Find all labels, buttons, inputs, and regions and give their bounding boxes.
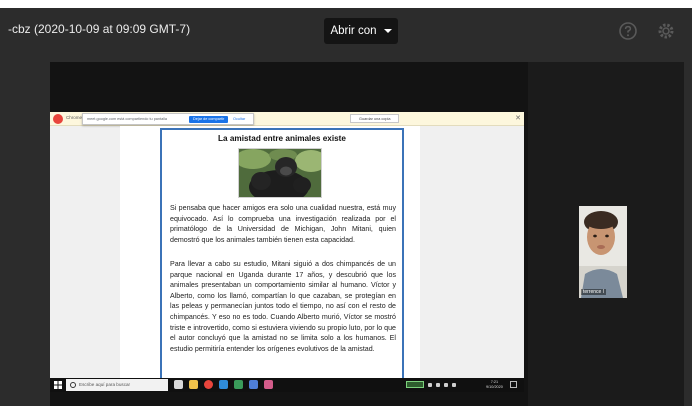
- task-view-icon[interactable]: [174, 380, 183, 389]
- chrome-icon[interactable]: [204, 380, 213, 389]
- taskbar-clock[interactable]: 7:21 9/10/2020: [486, 380, 503, 390]
- share-popup-text: meet.google.com está compartiendo tu pan…: [87, 117, 167, 121]
- taskbar-search-placeholder: Escribe aquí para buscar: [79, 382, 131, 387]
- mail-icon[interactable]: [249, 380, 258, 389]
- settings-icon[interactable]: [656, 21, 676, 41]
- clock-date: 9/10/2020: [486, 385, 503, 389]
- hide-button[interactable]: Ocultar: [233, 117, 245, 121]
- app-icon[interactable]: [264, 380, 273, 389]
- participant-name: terrence l: [581, 289, 606, 295]
- windows-taskbar: Escribe aquí para buscar 7:21 9/10/2020: [50, 378, 524, 392]
- tray-app-icon[interactable]: [452, 382, 456, 387]
- help-icon[interactable]: [618, 21, 638, 41]
- volume-icon[interactable]: [436, 382, 440, 387]
- participant-video: [579, 206, 627, 298]
- meeting-stage: Chrome está compartiendo tu pantalla mee…: [50, 62, 684, 406]
- windows-start-icon[interactable]: [54, 381, 62, 389]
- language-icon[interactable]: [444, 382, 448, 387]
- system-tray: [406, 381, 456, 388]
- notice-action-button[interactable]: Guardar una copia: [350, 114, 400, 123]
- file-explorer-icon[interactable]: [189, 380, 198, 389]
- screen-share-notice-bar: Chrome está compartiendo tu pantalla mee…: [50, 112, 524, 126]
- meet-recording-viewer: -cbz (2020-10-09 at 09:09 GMT-7) Abrir c…: [0, 8, 692, 406]
- taskbar-app-icons: [174, 380, 273, 389]
- viewer-toolbar: -cbz (2020-10-09 at 09:09 GMT-7) Abrir c…: [0, 8, 692, 52]
- taskbar-search-box[interactable]: Escribe aquí para buscar: [66, 379, 168, 391]
- stop-sharing-button[interactable]: Dejar de compartir: [189, 116, 229, 123]
- presentation-area: Chrome está compartiendo tu pantalla mee…: [50, 62, 528, 406]
- caret-down-icon: [383, 29, 392, 33]
- document-frame: La amistad entre animales existe Si pens…: [160, 128, 404, 380]
- file-title: -cbz (2020-10-09 at 09:09 GMT-7): [8, 22, 191, 36]
- open-with-button[interactable]: Abrir con: [324, 18, 398, 44]
- store-icon[interactable]: [234, 380, 243, 389]
- document-title: La amistad entre animales existe: [218, 134, 346, 143]
- document-page: La amistad entre animales existe Si pens…: [120, 126, 420, 380]
- chimpanzee-photo: [238, 148, 322, 198]
- close-icon[interactable]: ✕: [515, 114, 521, 123]
- open-with-label: Abrir con: [330, 25, 377, 37]
- network-icon[interactable]: [428, 382, 432, 387]
- chrome-icon: [53, 114, 63, 124]
- search-icon: [70, 382, 76, 388]
- shared-screen: Chrome está compartiendo tu pantalla mee…: [50, 112, 524, 392]
- document-paragraph: Si pensaba que hacer amigos era solo una…: [170, 204, 396, 244]
- battery-icon[interactable]: [406, 381, 424, 388]
- share-popup: meet.google.com está compartiendo tu pan…: [82, 113, 254, 125]
- document-paragraph: Para llevar a cabo su estudio, Mitani si…: [170, 260, 396, 353]
- edge-icon[interactable]: [219, 380, 228, 389]
- notifications-icon[interactable]: [510, 381, 517, 388]
- participant-video-tile[interactable]: terrence l: [579, 206, 627, 298]
